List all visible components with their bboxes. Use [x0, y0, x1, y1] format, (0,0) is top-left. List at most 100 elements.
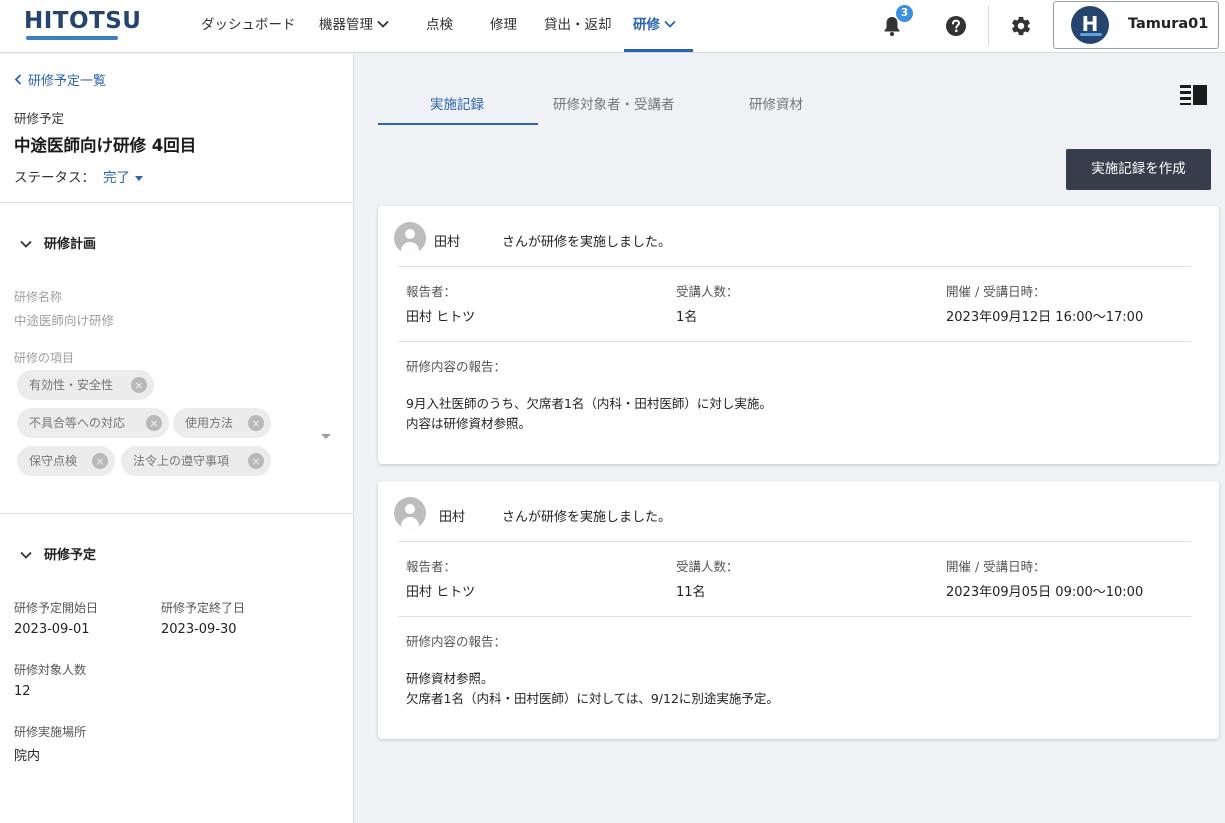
remove-chip-icon[interactable] [248, 415, 264, 431]
tab-participants[interactable]: 研修対象者・受講者 [553, 93, 675, 113]
logo-underline [26, 36, 118, 40]
status-dropdown[interactable]: 完了 [103, 170, 143, 186]
chevron-down-icon [20, 551, 32, 559]
nav-repair-label: 修理 [490, 17, 517, 33]
hitotsu-logo[interactable]: HITOTSU [24, 8, 142, 42]
chip-label: 有効性・安全性 [29, 378, 114, 392]
chip-item: 法令上の遵守事項 [121, 446, 271, 476]
record-card: 田村 さんが研修を実施しました。 報告者： 田村 ヒトツ 受講人数： 1名 開催… [378, 206, 1219, 464]
target-count-value: 12 [14, 684, 31, 699]
logo-text: HITOTSU [24, 8, 142, 34]
schedule-section-title: 研修予定 [44, 548, 97, 563]
reporter-value: 田村 ヒトツ [406, 585, 476, 600]
notification-count-badge: 3 [896, 5, 913, 22]
chip-item: 有効性・安全性 [17, 370, 154, 400]
schedule-section-toggle[interactable]: 研修予定 [20, 544, 96, 563]
location-label: 研修実施場所 [14, 725, 87, 739]
attendees-value: 11名 [676, 585, 706, 600]
user-avatar: H [1071, 6, 1109, 44]
remove-chip-icon[interactable] [92, 453, 108, 469]
nav-equipment[interactable]: 機器管理 [319, 0, 389, 53]
remove-chip-icon[interactable] [131, 377, 147, 393]
user-avatar-icon [394, 497, 426, 529]
nav-lending-label: 貸出・返却 [544, 17, 612, 33]
left-detail-panel: 研修予定一覧 研修予定 中途医師向け研修 4回目 ステータス： 完了 研修計画 研… [0, 54, 354, 823]
nav-repair[interactable]: 修理 [490, 0, 517, 53]
divider [398, 616, 1191, 617]
reporter-value: 田村 ヒトツ [406, 310, 476, 325]
report-body: 9月入社医師のうち、欠席者1名（内科・田村医師）に対し実施。 内容は研修資材参照… [406, 394, 772, 434]
record-user-name: 田村 [434, 235, 461, 250]
remove-chip-icon[interactable] [146, 415, 162, 431]
status-value: 完了 [103, 170, 130, 186]
nav-dashboard[interactable]: ダッシュボード [201, 0, 296, 53]
nav-inspection[interactable]: 点検 [426, 0, 453, 53]
report-label: 研修内容の報告： [406, 634, 507, 649]
divider [398, 541, 1191, 542]
plan-section-toggle[interactable]: 研修計画 [20, 233, 96, 252]
plan-section-title: 研修計画 [44, 237, 97, 252]
chevron-left-icon [14, 74, 22, 85]
location-value: 院内 [14, 749, 41, 764]
chip-label: 使用方法 [185, 416, 234, 430]
items-dropdown-caret-icon[interactable] [321, 434, 331, 439]
training-name-label: 研修名称 [14, 290, 63, 304]
record-card: 田村 さんが研修を実施しました。 報告者： 田村 ヒトツ 受講人数： 11名 開… [378, 481, 1219, 739]
datetime-label: 開催 / 受講日時： [946, 284, 1046, 299]
top-header: HITOTSU ダッシュボード 機器管理 点検 修理 貸出・返却 研修 3 H … [0, 0, 1225, 53]
record-message: さんが研修を実施しました。 [502, 510, 672, 525]
start-date-label: 研修予定開始日 [14, 601, 99, 615]
record-user-name: 田村 [439, 510, 466, 525]
divider [0, 513, 354, 514]
nav-dashboard-label: ダッシュボード [201, 17, 296, 33]
caret-down-icon [135, 175, 143, 181]
chip-label: 不具合等への対応 [29, 416, 126, 430]
report-body: 研修資材参照。 欠席者1名（内科・田村医師）に対しては、9/12に別途実施予定。 [406, 669, 779, 709]
start-date-value: 2023-09-01 [14, 622, 90, 637]
attendees-value: 1名 [676, 310, 698, 325]
back-to-schedule-list-link[interactable]: 研修予定一覧 [14, 70, 106, 89]
training-name-value: 中途医師向け研修 [14, 313, 115, 328]
report-line: 内容は研修資材参照。 [406, 416, 532, 431]
chip-item: 不具合等への対応 [17, 408, 169, 438]
remove-chip-icon[interactable] [248, 453, 264, 469]
user-menu-button[interactable]: H Tamura01 [1053, 1, 1219, 49]
tab-materials[interactable]: 研修資材 [749, 93, 803, 113]
toggle-side-panel-button[interactable] [1180, 84, 1208, 106]
nav-training-label: 研修 [633, 17, 660, 33]
end-date-label: 研修予定終了日 [161, 601, 246, 615]
reporter-label: 報告者： [406, 559, 457, 574]
divider [398, 266, 1191, 267]
status-label: ステータス： [14, 170, 95, 186]
nav-training[interactable]: 研修 [633, 0, 676, 53]
datetime-value: 2023年09月05日 09:00～10:00 [946, 585, 1144, 600]
report-line: 研修資材参照。 [406, 671, 494, 686]
header-divider [988, 6, 989, 46]
schedule-label: 研修予定 [14, 111, 65, 126]
chevron-down-icon [664, 20, 676, 28]
datetime-label: 開催 / 受講日時： [946, 559, 1046, 574]
chevron-down-icon [377, 20, 389, 28]
record-message: さんが研修を実施しました。 [502, 235, 672, 250]
chip-label: 法令上の遵守事項 [133, 454, 230, 468]
help-button[interactable] [940, 10, 972, 42]
chevron-down-icon [20, 240, 32, 248]
attendees-label: 受講人数： [676, 284, 739, 299]
status-row: ステータス： 完了 [14, 166, 143, 186]
tab-records[interactable]: 実施記録 [430, 93, 484, 113]
report-line: 9月入社医師のうち、欠席者1名（内科・田村医師）に対し実施。 [406, 396, 772, 411]
divider [0, 202, 354, 203]
report-label: 研修内容の報告： [406, 359, 507, 374]
nav-active-indicator [624, 49, 693, 52]
nav-inspection-label: 点検 [426, 17, 453, 33]
chip-label: 保守点検 [29, 454, 78, 468]
reporter-label: 報告者： [406, 284, 457, 299]
chip-item: 保守点検 [17, 446, 115, 476]
create-record-button[interactable]: 実施記録を作成 [1066, 149, 1211, 190]
view-sidebar-icon [1180, 85, 1207, 105]
chip-item: 使用方法 [173, 408, 271, 438]
end-date-value: 2023-09-30 [161, 622, 237, 637]
nav-lending[interactable]: 貸出・返却 [544, 0, 612, 53]
settings-button[interactable] [1005, 10, 1037, 42]
report-line: 欠席者1名（内科・田村医師）に対しては、9/12に別途実施予定。 [406, 691, 779, 706]
